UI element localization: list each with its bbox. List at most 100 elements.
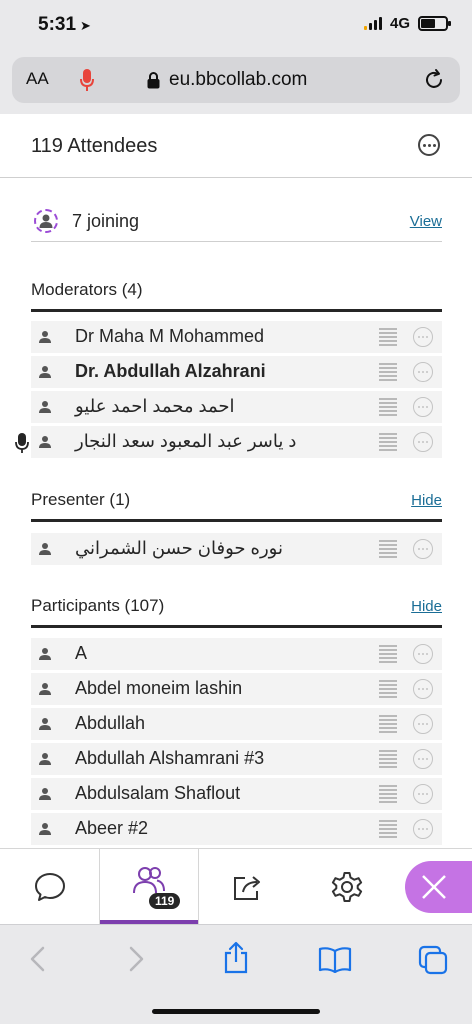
person-icon bbox=[39, 788, 51, 800]
lock-icon bbox=[147, 72, 160, 89]
participants-title: Participants (107) bbox=[31, 596, 165, 615]
network-type: 4G bbox=[389, 15, 410, 32]
attendee-options-icon[interactable] bbox=[413, 432, 433, 452]
chat-icon[interactable] bbox=[379, 785, 397, 803]
person-icon bbox=[39, 648, 51, 660]
chat-bubble-icon bbox=[35, 873, 65, 901]
share-icon[interactable] bbox=[222, 941, 250, 975]
person-icon bbox=[39, 683, 51, 695]
attendees-tab[interactable]: 119 bbox=[99, 849, 199, 925]
status-time: 5:31 ➤ bbox=[38, 14, 91, 36]
attendee-options-icon[interactable] bbox=[413, 397, 433, 417]
attendee-count-badge: 119 bbox=[149, 893, 181, 909]
hide-presenter-link[interactable]: Hide bbox=[411, 492, 442, 509]
status-indicators: 4G bbox=[363, 15, 451, 32]
attendee-options-icon[interactable] bbox=[413, 539, 433, 559]
attendee-name: نوره حوفان حسن الشمراني bbox=[75, 538, 283, 558]
chat-icon[interactable] bbox=[379, 363, 397, 381]
attendee-options-icon[interactable] bbox=[413, 819, 433, 839]
chat-icon[interactable] bbox=[379, 433, 397, 451]
view-joining-link[interactable]: View bbox=[410, 213, 442, 230]
text-size-button[interactable]: AA bbox=[26, 69, 49, 89]
attendee-options-icon[interactable] bbox=[413, 784, 433, 804]
safari-url-area: AA eu.bbcollab.com bbox=[0, 52, 472, 114]
share-content-tab[interactable] bbox=[198, 849, 298, 925]
more-options-button[interactable] bbox=[418, 134, 440, 156]
attendee-row[interactable]: Abdullah bbox=[31, 708, 442, 740]
address-bar[interactable]: AA eu.bbcollab.com bbox=[12, 57, 460, 103]
presenter-header: Presenter (1) Hide bbox=[31, 484, 442, 522]
attendee-options-icon[interactable] bbox=[413, 749, 433, 769]
chat-icon[interactable] bbox=[379, 645, 397, 663]
status-bar: 5:31 ➤ 4G bbox=[0, 0, 472, 52]
reload-icon[interactable] bbox=[422, 68, 446, 92]
chat-icon[interactable] bbox=[379, 398, 397, 416]
attendee-row[interactable]: Dr Maha M Mohammed bbox=[31, 321, 442, 353]
attendee-options-icon[interactable] bbox=[413, 714, 433, 734]
back-icon[interactable] bbox=[28, 945, 48, 973]
signal-icon bbox=[363, 17, 382, 30]
location-arrow-icon: ➤ bbox=[80, 18, 91, 33]
person-icon bbox=[39, 543, 51, 555]
person-icon bbox=[39, 401, 51, 413]
joining-row: 7 joining View bbox=[31, 198, 442, 242]
attendee-row[interactable]: نوره حوفان حسن الشمراني bbox=[31, 533, 442, 565]
tabs-icon[interactable] bbox=[418, 945, 448, 975]
hide-participants-link[interactable]: Hide bbox=[411, 598, 442, 615]
close-icon bbox=[422, 875, 446, 899]
person-icon bbox=[39, 753, 51, 765]
person-icon bbox=[39, 823, 51, 835]
panel-title: 119 Attendees bbox=[31, 135, 158, 157]
attendee-options-icon[interactable] bbox=[413, 679, 433, 699]
close-panel-button[interactable] bbox=[405, 861, 472, 913]
panel-header: 119 Attendees bbox=[0, 114, 472, 178]
participants-header: Participants (107) Hide bbox=[31, 590, 442, 628]
safari-toolbar bbox=[0, 924, 472, 1024]
chat-icon[interactable] bbox=[379, 540, 397, 558]
chat-tab[interactable] bbox=[0, 849, 100, 925]
joining-label: 7 joining bbox=[72, 211, 140, 231]
attendee-name: Abdel moneim lashin bbox=[75, 678, 243, 698]
presenter-title: Presenter (1) bbox=[31, 490, 131, 509]
url-text[interactable]: eu.bbcollab.com bbox=[169, 69, 307, 91]
chat-icon[interactable] bbox=[379, 680, 397, 698]
attendee-name: Abdullah bbox=[75, 713, 146, 733]
clock: 5:31 bbox=[38, 14, 77, 35]
attendee-row[interactable]: Dr. Abdullah Alzahrani bbox=[31, 356, 442, 388]
chat-icon[interactable] bbox=[379, 750, 397, 768]
share-content-icon bbox=[234, 876, 260, 900]
person-icon bbox=[39, 436, 51, 448]
moderators-header: Moderators (4) bbox=[31, 274, 442, 312]
attendee-name: Dr. Abdullah Alzahrani bbox=[75, 361, 266, 381]
attendee-name: Abdulsalam Shaflout bbox=[75, 783, 241, 803]
attendee-options-icon[interactable] bbox=[413, 362, 433, 382]
attendee-name: د ياسر عبد المعبود سعد النجار bbox=[75, 431, 297, 451]
chat-icon[interactable] bbox=[379, 715, 397, 733]
battery-icon bbox=[418, 16, 451, 31]
attendees-icon bbox=[133, 867, 165, 894]
attendee-row[interactable]: Abeer #2 bbox=[31, 813, 442, 845]
attendee-row[interactable]: Abdullah Alshamrani #3 bbox=[31, 743, 442, 775]
attendee-name: Dr Maha M Mohammed bbox=[75, 326, 265, 346]
joining-user-icon bbox=[34, 209, 58, 233]
attendee-options-icon[interactable] bbox=[413, 327, 433, 347]
person-icon bbox=[39, 718, 51, 730]
bookmarks-icon[interactable] bbox=[318, 945, 352, 973]
settings-tab[interactable] bbox=[297, 849, 397, 925]
collaborate-toolbar: 119 bbox=[0, 848, 472, 925]
attendee-name: Abeer #2 bbox=[75, 818, 149, 838]
chat-icon[interactable] bbox=[379, 820, 397, 838]
attendee-name: Abdullah Alshamrani #3 bbox=[75, 748, 265, 768]
attendee-options-icon[interactable] bbox=[413, 644, 433, 664]
moderators-title: Moderators (4) bbox=[31, 280, 143, 299]
gear-icon bbox=[331, 872, 363, 902]
forward-icon[interactable] bbox=[126, 945, 146, 973]
attendee-row[interactable]: احمد محمد احمد عليو bbox=[31, 391, 442, 423]
attendee-name: احمد محمد احمد عليو bbox=[75, 396, 235, 416]
attendee-row[interactable]: Abdel moneim lashin bbox=[31, 673, 442, 705]
attendee-row[interactable]: د ياسر عبد المعبود سعد النجار bbox=[31, 426, 442, 458]
person-icon bbox=[39, 366, 51, 378]
attendee-row[interactable]: A bbox=[31, 638, 442, 670]
attendee-row[interactable]: Abdulsalam Shaflout bbox=[31, 778, 442, 810]
chat-icon[interactable] bbox=[379, 328, 397, 346]
